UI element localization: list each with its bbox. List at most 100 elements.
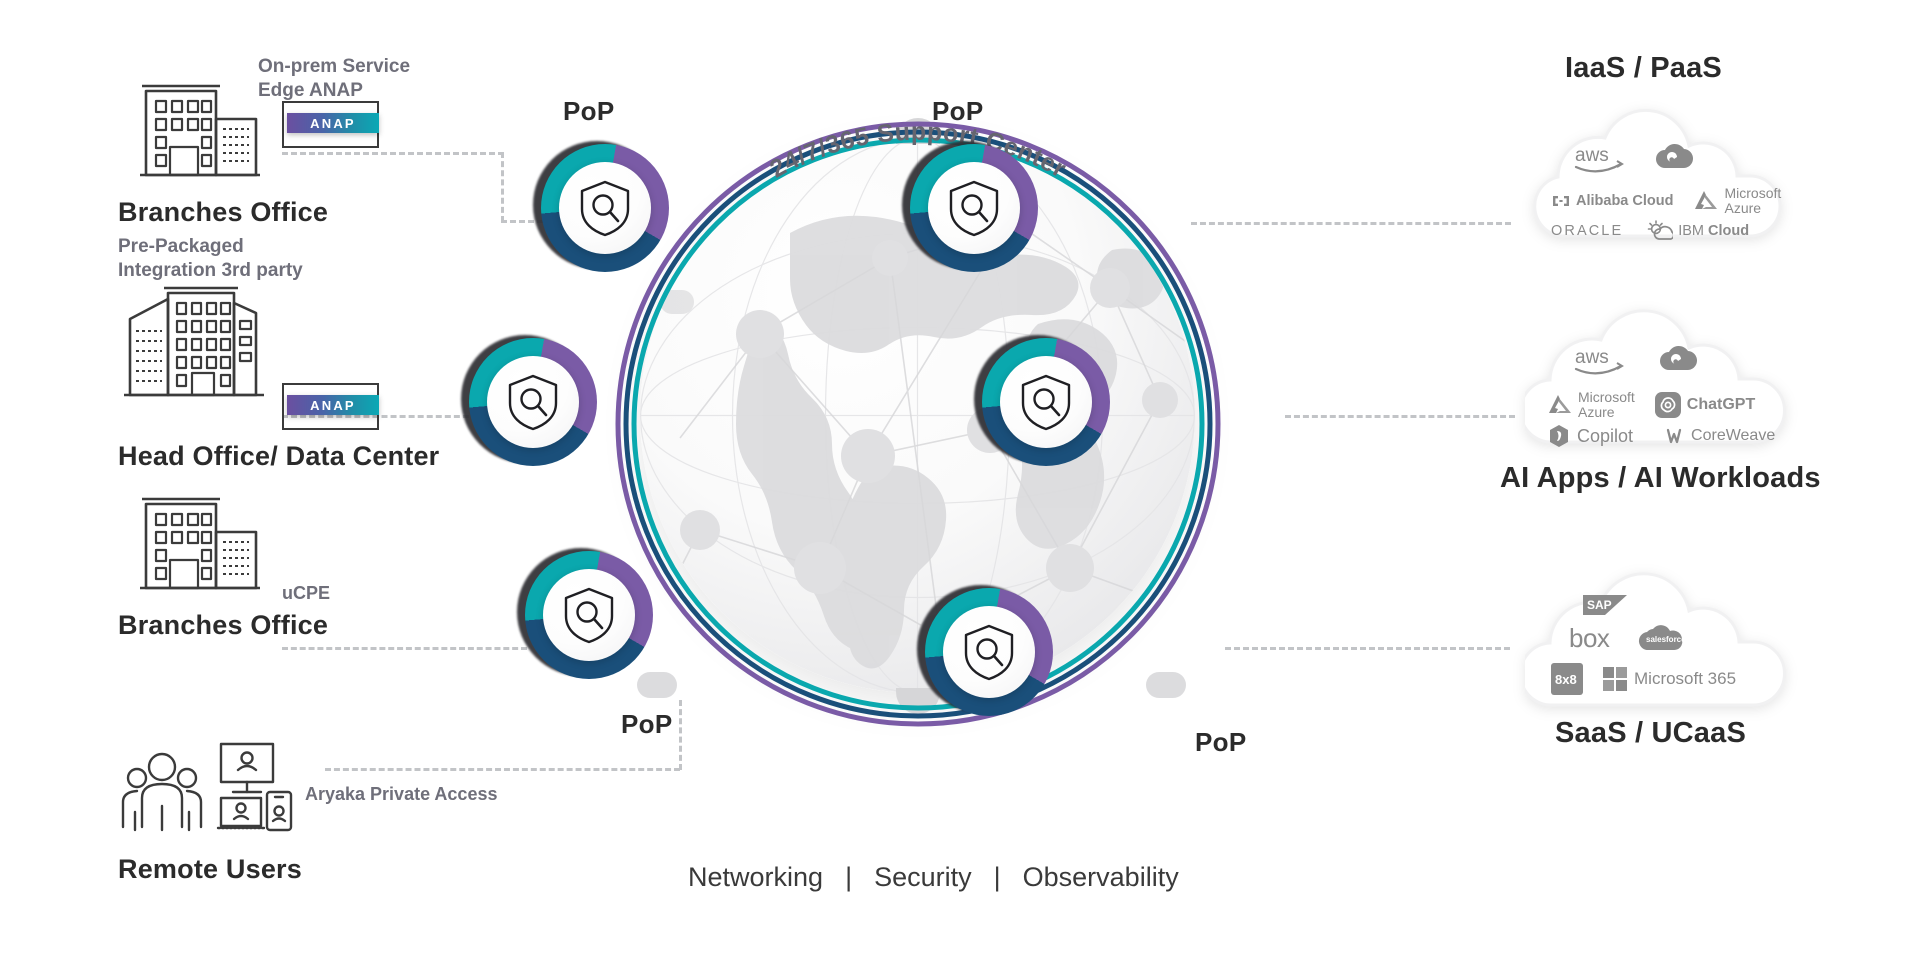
pop-node-mid-right[interactable] <box>974 335 1110 466</box>
pop-node-bottom-left[interactable] <box>517 548 653 679</box>
footer-separator-1: | <box>845 862 853 892</box>
saas-ucaas-logo-list: SAP box salesforce 8x8 Microsoft 365 <box>1525 565 1790 713</box>
shield-magnifier-icon <box>949 180 999 237</box>
oracle-label: ORACLE <box>1551 223 1624 239</box>
connector-ai-apps <box>1285 415 1515 418</box>
salesforce-logo: salesforce <box>1637 621 1687 655</box>
logo-row: ORACLE IBM Cloud <box>1551 220 1749 242</box>
anap-device-badge-2[interactable]: ANAP <box>282 383 380 431</box>
pop-core <box>543 569 635 661</box>
branches-office-sub-note: Pre-Packaged Integration 3rd party <box>118 236 303 281</box>
svg-text:8x8: 8x8 <box>1555 672 1577 687</box>
microsoft365-label: Microsoft 365 <box>1634 669 1737 688</box>
box-logo: box <box>1569 622 1610 654</box>
logo-row: SAP <box>1583 595 1627 617</box>
connector-ucpe <box>282 647 527 650</box>
logo-row: aws <box>1573 144 1695 174</box>
svg-text:aws: aws <box>1575 145 1609 166</box>
anap-chip: ANAP <box>287 113 379 133</box>
pop-core <box>487 356 579 448</box>
alibaba-cloud-logo: Alibaba Cloud <box>1551 193 1673 209</box>
office-building-icon <box>140 490 260 595</box>
chatgpt-label: ChatGPT <box>1686 395 1756 413</box>
logo-row: aws <box>1573 346 1699 376</box>
ibm-cloud-logo: IBM Cloud <box>1647 220 1749 242</box>
svg-text:SAP: SAP <box>1587 598 1612 612</box>
logo-row: Copilot CoreWeave <box>1547 424 1775 448</box>
anap-device-badge-1[interactable]: ANAP <box>282 101 380 149</box>
ai-apps-heading: AI Apps / AI Workloads <box>1500 462 1821 494</box>
shield-magnifier-icon <box>1021 374 1071 431</box>
globe-node-upper-left <box>660 290 694 314</box>
azure-logo: Microsoft Azure <box>1547 390 1635 419</box>
azure-label: Microsoft Azure <box>1724 185 1782 216</box>
connector-branches-anap-vertical <box>501 152 504 222</box>
saas-ucaas-heading: SaaS / UCaaS <box>1555 717 1746 749</box>
data-center-building-icon <box>124 285 264 403</box>
pop-node-top-left[interactable] <box>533 141 669 272</box>
coreweave-logo: CoreWeave <box>1655 426 1775 446</box>
azure-label: Microsoft Azure <box>1578 389 1635 420</box>
pop-node-mid-left[interactable] <box>461 335 597 466</box>
logo-row: box salesforce <box>1569 621 1687 655</box>
pop-label-bottom-right: PoP <box>1195 727 1247 757</box>
microsoft365-logo: Microsoft 365 <box>1603 667 1736 691</box>
coreweave-label: CoreWeave <box>1691 427 1776 444</box>
pop-node-top-right[interactable] <box>902 141 1038 272</box>
eightxeight-logo: 8x8 <box>1551 663 1583 695</box>
remote-users-heading: Remote Users <box>118 854 302 884</box>
footer-item-networking: Networking <box>688 862 824 892</box>
connector-remote-users <box>325 768 680 771</box>
connector-branches-anap <box>282 152 504 155</box>
box-label: box <box>1569 622 1610 653</box>
sap-logo: SAP <box>1583 595 1627 617</box>
connector-saas-ucaas <box>1225 647 1510 650</box>
capabilities-footer: Networking | Security | Observability <box>688 862 1179 893</box>
oracle-logo: ORACLE <box>1551 223 1623 239</box>
pop-node-bottom-right[interactable] <box>917 585 1053 716</box>
pop-label-top-left: PoP <box>563 96 615 126</box>
office-building-icon <box>140 77 260 182</box>
group-saas-ucaas: SAP box salesforce 8x8 Microsoft 365 Saa… <box>1505 550 1920 750</box>
logo-row: 8x8 Microsoft 365 <box>1551 663 1736 695</box>
pop-core <box>928 162 1020 254</box>
remote-users-devices-icon <box>115 742 295 832</box>
chatgpt-logo: ChatGPT <box>1654 391 1756 418</box>
footer-item-observability: Observability <box>1022 862 1179 892</box>
connector-remote-users-vertical <box>679 700 682 770</box>
footer-item-security: Security <box>874 862 972 892</box>
ai-apps-logo-list: aws Microsoft Azure ChatGPT Copilot Core… <box>1525 302 1790 450</box>
anap-chip: ANAP <box>287 395 379 415</box>
aryaka-private-access-tag: Aryaka Private Access <box>305 784 498 804</box>
pop-core <box>1000 356 1092 448</box>
google-cloud-logo <box>1653 144 1695 174</box>
shield-magnifier-icon <box>564 587 614 644</box>
pop-label-bottom-left: PoP <box>621 709 673 739</box>
branches-office-top-tag: On-prem Service Edge ANAP <box>258 56 411 101</box>
pop-core <box>559 162 651 254</box>
iaas-paas-heading: IaaS / PaaS <box>1565 52 1722 84</box>
ibm-cloud-label: IBM Cloud <box>1678 223 1750 239</box>
head-office-heading: Head Office/ Data Center <box>118 441 440 471</box>
diagram-canvas: 24/7/365 Support Center PoP PoP PoP PoP … <box>0 0 1920 962</box>
footer-separator-2: | <box>993 862 1001 892</box>
aws-logo: aws <box>1573 144 1625 174</box>
branches-office-ucpe-heading: Branches Office <box>118 610 329 640</box>
iaas-paas-logo-list: aws Alibaba Cloud Microsoft Azure ORACLE… <box>1533 102 1783 244</box>
group-ai-apps-workloads: aws Microsoft Azure ChatGPT Copilot Core… <box>1500 280 1920 500</box>
shield-magnifier-icon <box>508 374 558 431</box>
globe-node-right <box>1146 672 1186 698</box>
ucpe-tag: uCPE <box>282 583 331 603</box>
copilot-logo: Copilot <box>1547 424 1633 448</box>
copilot-label: Copilot <box>1577 425 1634 446</box>
pop-label-top-right: PoP <box>932 96 984 126</box>
shield-magnifier-icon <box>964 624 1014 681</box>
branches-office-heading: Branches Office <box>118 197 329 227</box>
shield-magnifier-icon <box>580 180 630 237</box>
connector-iaas-paas <box>1191 222 1511 225</box>
aws-logo: aws <box>1573 346 1625 376</box>
pop-core <box>943 606 1035 698</box>
svg-text:salesforce: salesforce <box>1646 635 1686 644</box>
logo-row: Microsoft Azure ChatGPT <box>1547 390 1755 419</box>
alibaba-cloud-label: Alibaba Cloud <box>1576 192 1674 209</box>
